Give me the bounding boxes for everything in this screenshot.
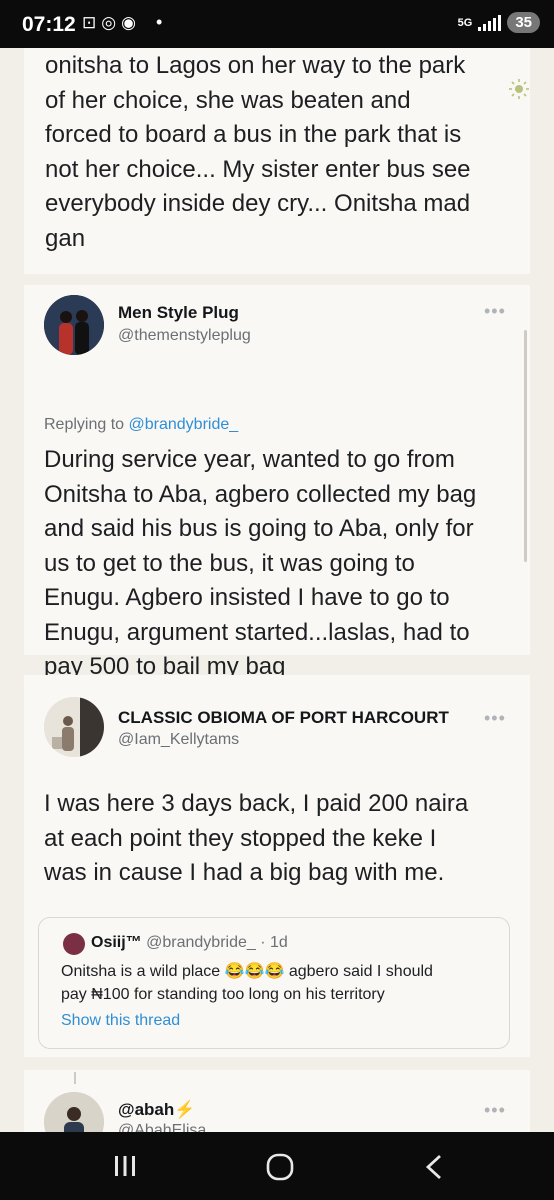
tweet-card[interactable]: CLASSIC OBIOMA OF PORT HARCOURT @Iam_Kel… <box>24 675 530 1057</box>
replying-to: Replying to @brandybride_ <box>44 416 238 434</box>
author-handle[interactable]: @themenstyleplug <box>118 327 251 345</box>
author-name[interactable]: @abah⚡ <box>118 1100 195 1120</box>
author-handle[interactable]: @Iam_Kellytams <box>118 731 239 749</box>
tweet-line: Onitsha to Aba, agbero collected my bag <box>44 480 477 508</box>
avatar[interactable] <box>44 1092 104 1132</box>
notification-icons: ⊡◎◉ <box>82 13 141 33</box>
tweet-line: I was here 3 days back, I paid 200 naira <box>44 790 469 817</box>
status-time: 07:12 <box>22 13 76 36</box>
replying-label: Replying to <box>44 416 129 433</box>
system-nav-bar <box>0 1132 554 1200</box>
more-notifications-dot: • <box>156 12 163 32</box>
tweet-line: gan <box>45 224 86 252</box>
avatar[interactable] <box>44 697 104 757</box>
tweet-text: During service year, wanted to go from O… <box>44 443 524 685</box>
status-bar: 07:12 ⊡◎◉ • 5G 35 <box>0 0 554 48</box>
quoted-text-part: Onitsha is a wild place <box>61 963 225 980</box>
status-right: 5G 35 <box>458 12 540 33</box>
quoted-line: pay ₦100 for standing too long on his te… <box>61 986 385 1003</box>
quoted-text-part: agbero said I should <box>284 963 433 980</box>
battery-indicator: 35 <box>507 12 540 33</box>
tweet-line: onitsha to Lagos on her way to the park <box>45 52 466 79</box>
tweet-line: not her choice... My sister enter bus se… <box>45 155 471 183</box>
tweet-feed[interactable]: onitsha to Lagos on her way to the park … <box>0 48 554 1132</box>
more-options-icon[interactable]: ••• <box>484 1100 506 1121</box>
quoted-author-name: Osiij™ <box>91 934 142 951</box>
tweet-line: Enugu. Agbero insisted I have to go to <box>44 584 450 611</box>
author-handle[interactable]: @AbahElisa <box>118 1122 206 1132</box>
tweet-line: Enugu, argument started...laslas, had to <box>44 618 470 646</box>
avatar-image <box>44 1092 104 1132</box>
quoted-tweet[interactable]: Osiij™ @brandybride_ · 1d Onitsha is a w… <box>38 917 510 1049</box>
quoted-header: Osiij™ @brandybride_ · 1d <box>91 934 288 952</box>
quoted-avatar <box>63 933 85 955</box>
show-thread-link[interactable]: Show this thread <box>61 1012 180 1030</box>
quoted-text: Onitsha is a wild place 😂😂😂 agbero said … <box>61 960 501 1006</box>
tweet-line: at each point they stopped the keke I <box>44 824 437 852</box>
tweet-line: and said his bus is going to Aba, only f… <box>44 515 474 542</box>
sync-notification-icon: ◉ <box>121 13 141 32</box>
tweet-line: forced to board a bus in the park that i… <box>45 121 462 148</box>
author-name[interactable]: Men Style Plug <box>118 303 239 323</box>
tweet-card[interactable]: Men Style Plug @themenstyleplug ••• Repl… <box>24 285 530 680</box>
tweet-line: everybody inside dey cry... Onitsha mad <box>45 190 471 217</box>
tweet-line: During service year, wanted to go from <box>44 446 455 473</box>
tweet-line: us to get to the bus, it was going to <box>44 549 415 577</box>
network-type: 5G <box>457 16 473 29</box>
signal-icon <box>478 14 502 31</box>
back-icon[interactable] <box>424 1154 444 1180</box>
whatsapp-notification-icon: ◎ <box>101 13 122 32</box>
tweet-card-partial[interactable]: @abah⚡ @AbahElisa ••• <box>24 1070 530 1132</box>
author-name-text: @abah <box>118 1100 175 1119</box>
quoted-author-handle: @brandybride_ <box>146 934 256 951</box>
more-options-icon[interactable]: ••• <box>484 301 506 322</box>
quoted-line: Onitsha is a wild place 😂😂😂 agbero said … <box>61 960 501 983</box>
sun-icon[interactable] <box>508 78 530 100</box>
laughing-emoji-icon: 😂😂😂 <box>224 963 285 980</box>
avatar[interactable] <box>44 295 104 355</box>
gallery-notification-icon: ⊡ <box>82 13 102 32</box>
tweet-line: of her choice, she was beaten and <box>45 86 411 114</box>
tweet-text: onitsha to Lagos on her way to the park … <box>45 49 515 256</box>
tweet-card-partial[interactable]: onitsha to Lagos on her way to the park … <box>24 48 530 274</box>
recent-apps-icon[interactable] <box>112 1154 138 1178</box>
replying-handle-link[interactable]: @brandybride_ <box>129 416 239 433</box>
more-options-icon[interactable]: ••• <box>484 708 506 729</box>
author-name[interactable]: CLASSIC OBIOMA OF PORT HARCOURT <box>118 708 449 728</box>
tweet-text: I was here 3 days back, I paid 200 naira… <box>44 787 524 891</box>
scrollbar[interactable] <box>524 330 527 562</box>
home-icon[interactable] <box>266 1153 294 1181</box>
lightning-icon: ⚡ <box>174 1100 196 1119</box>
avatar-image <box>44 697 104 757</box>
quoted-time: · 1d <box>260 934 288 951</box>
tweet-line: was in cause I had a big bag with me. <box>44 859 445 886</box>
thread-line <box>74 1072 76 1084</box>
avatar-image <box>44 295 104 355</box>
